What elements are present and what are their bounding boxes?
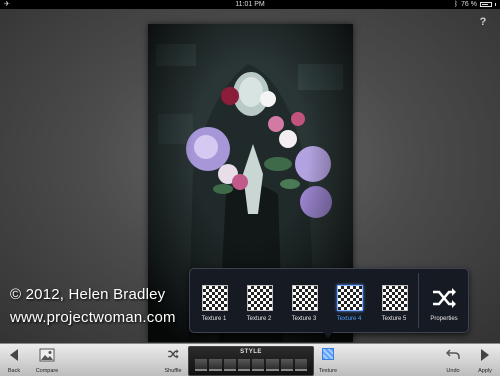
texture-2-label: Texture 2 (246, 316, 272, 322)
style-presets (195, 359, 307, 371)
shuffle-icon (433, 288, 456, 308)
style-preset[interactable] (237, 359, 250, 371)
popup-pointer (322, 331, 334, 338)
battery-icon (480, 2, 492, 7)
texture-icon (322, 348, 334, 360)
texture-3-option[interactable]: Texture 3 (282, 269, 326, 332)
back-button[interactable]: Back (0, 344, 28, 376)
checkerboard-icon (337, 285, 363, 311)
apply-button[interactable]: Apply (472, 344, 498, 376)
shuffle-button[interactable]: Shuffle (160, 344, 186, 376)
style-strip[interactable]: STYLE (188, 346, 314, 376)
texture-1-option[interactable]: Texture 1 (192, 269, 236, 332)
clock: 11:01 PM (235, 1, 265, 8)
texture-3-label: Texture 3 (291, 316, 317, 322)
texture-4-label: Texture 4 (336, 316, 362, 322)
texture-1-label: Texture 1 (201, 316, 227, 322)
compare-label: Compare (35, 368, 59, 374)
shuffle-label: Shuffle (164, 368, 182, 374)
style-preset[interactable] (252, 359, 265, 371)
bottom-toolbar: Back Compare Shuffle STYLE Texture Undo … (0, 343, 500, 376)
texture-label: Texture (318, 368, 338, 374)
properties-button[interactable]: Properties (421, 269, 467, 332)
texture-button[interactable]: Texture (314, 344, 342, 376)
style-preset[interactable] (209, 359, 222, 371)
battery-text: 76 % (461, 1, 477, 8)
style-preset[interactable] (223, 359, 236, 371)
status-right: ᛒ 76 % (454, 0, 496, 9)
texture-2-option[interactable]: Texture 2 (237, 269, 281, 332)
checkerboard-icon (247, 285, 273, 311)
battery-level (482, 4, 488, 5)
apply-arrow-icon (481, 349, 489, 361)
popup-divider (418, 273, 419, 328)
bluetooth-icon: ᛒ (453, 1, 459, 8)
copyright-watermark: © 2012, Helen Bradley (10, 286, 166, 303)
texture-4-option[interactable]: Texture 4 (327, 269, 371, 332)
checkerboard-icon (202, 285, 228, 311)
battery-nub (495, 3, 496, 6)
undo-button[interactable]: Undo (440, 344, 466, 376)
texture-popup: Texture 1 Texture 2 Texture 3 Texture 4 … (189, 268, 469, 333)
undo-label: Undo (446, 368, 460, 374)
status-bar: ✈ 11:01 PM ᛒ 76 % (0, 0, 500, 9)
back-label: Back (7, 368, 21, 374)
style-preset[interactable] (294, 359, 307, 371)
properties-label: Properties (430, 316, 458, 322)
style-preset[interactable] (195, 359, 208, 371)
texture-5-label: Texture 5 (381, 316, 407, 322)
shuffle-icon (168, 349, 179, 359)
apply-label: Apply (478, 368, 492, 374)
style-preset[interactable] (280, 359, 293, 371)
undo-arrow-icon (446, 349, 460, 359)
checkerboard-icon (382, 285, 408, 311)
checkerboard-icon (292, 285, 318, 311)
texture-5-option[interactable]: Texture 5 (372, 269, 416, 332)
back-arrow-icon (10, 349, 18, 361)
style-label: STYLE (240, 349, 262, 355)
website-watermark: www.projectwoman.com (10, 309, 176, 326)
image-icon (39, 348, 55, 362)
style-preset[interactable] (266, 359, 279, 371)
compare-button[interactable]: Compare (32, 344, 62, 376)
help-button[interactable]: ? (476, 15, 490, 29)
